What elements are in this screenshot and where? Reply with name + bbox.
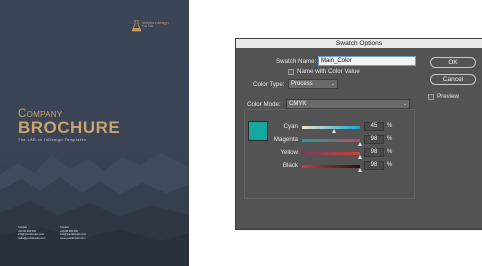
cancel-button[interactable]: Cancel <box>430 74 476 85</box>
swatch-name-input[interactable]: Main_Color <box>318 56 416 66</box>
contact-block-left: Contact +00 00 000 000 info@yourdomain.c… <box>18 226 46 240</box>
magenta-percent: % <box>387 136 393 142</box>
dialog-title: Swatch Options <box>236 39 482 48</box>
yellow-label: Yellow <box>280 149 298 156</box>
black-percent: % <box>387 162 393 168</box>
color-mode-value: CMYK <box>289 101 307 107</box>
yellow-percent: % <box>387 149 393 155</box>
name-with-color-value-checkbox[interactable] <box>288 69 294 75</box>
yellow-slider-track[interactable] <box>302 152 360 155</box>
mountain-background-image <box>0 153 189 266</box>
black-value-field[interactable]: 98 <box>364 161 384 170</box>
color-mode-select[interactable]: CMYK ⌄ <box>286 99 410 109</box>
cyan-value-field[interactable]: 45 <box>364 122 384 131</box>
yellow-value-field[interactable]: 98 <box>364 148 384 157</box>
cover-tagline: The LAB vs InDesign Templates <box>18 138 87 142</box>
cyan-label: Cyan <box>283 123 298 130</box>
cyan-percent: % <box>387 123 393 129</box>
color-type-value: Process <box>291 81 313 87</box>
black-label: Black <box>282 162 298 169</box>
name-with-color-value-label: Name with Color Value <box>297 68 360 75</box>
preview-checkbox[interactable] <box>428 94 434 100</box>
flask-icon <box>132 20 141 32</box>
ok-button[interactable]: OK <box>430 57 476 68</box>
color-type-label: Color Type: <box>253 81 285 88</box>
magenta-value-field[interactable]: 98 <box>364 135 384 144</box>
cover-title-line2: BROCHURE <box>18 118 121 137</box>
color-type-select[interactable]: Process ⌄ <box>288 79 338 89</box>
chevron-down-icon: ⌄ <box>402 101 407 107</box>
black-slider-thumb[interactable] <box>358 168 362 172</box>
brochure-cover: sixtyfourdesign THE LAB Company BROCHURE… <box>0 0 189 266</box>
swatch-name-label: Swatch Name: <box>276 58 317 65</box>
magenta-slider-thumb[interactable] <box>358 142 362 146</box>
black-slider-track[interactable] <box>302 165 360 168</box>
brand-logo: sixtyfourdesign THE LAB <box>132 18 174 36</box>
chevron-down-icon: ⌄ <box>330 81 335 87</box>
preview-label: Preview <box>437 93 460 100</box>
cyan-slider-thumb[interactable] <box>332 129 336 133</box>
magenta-slider-track[interactable] <box>302 139 360 142</box>
cyan-slider-track[interactable] <box>302 126 360 129</box>
magenta-label: Magenta <box>273 136 298 143</box>
swatch-options-dialog: Swatch Options Swatch Name: Main_Color N… <box>235 38 482 230</box>
contact-block-right: Contact +00 00 000 000 info@yourdomain.c… <box>60 226 86 240</box>
logo-subtext: THE LAB <box>142 25 153 28</box>
yellow-slider-thumb[interactable] <box>358 155 362 159</box>
color-mode-label: Color Mode: <box>247 101 281 108</box>
